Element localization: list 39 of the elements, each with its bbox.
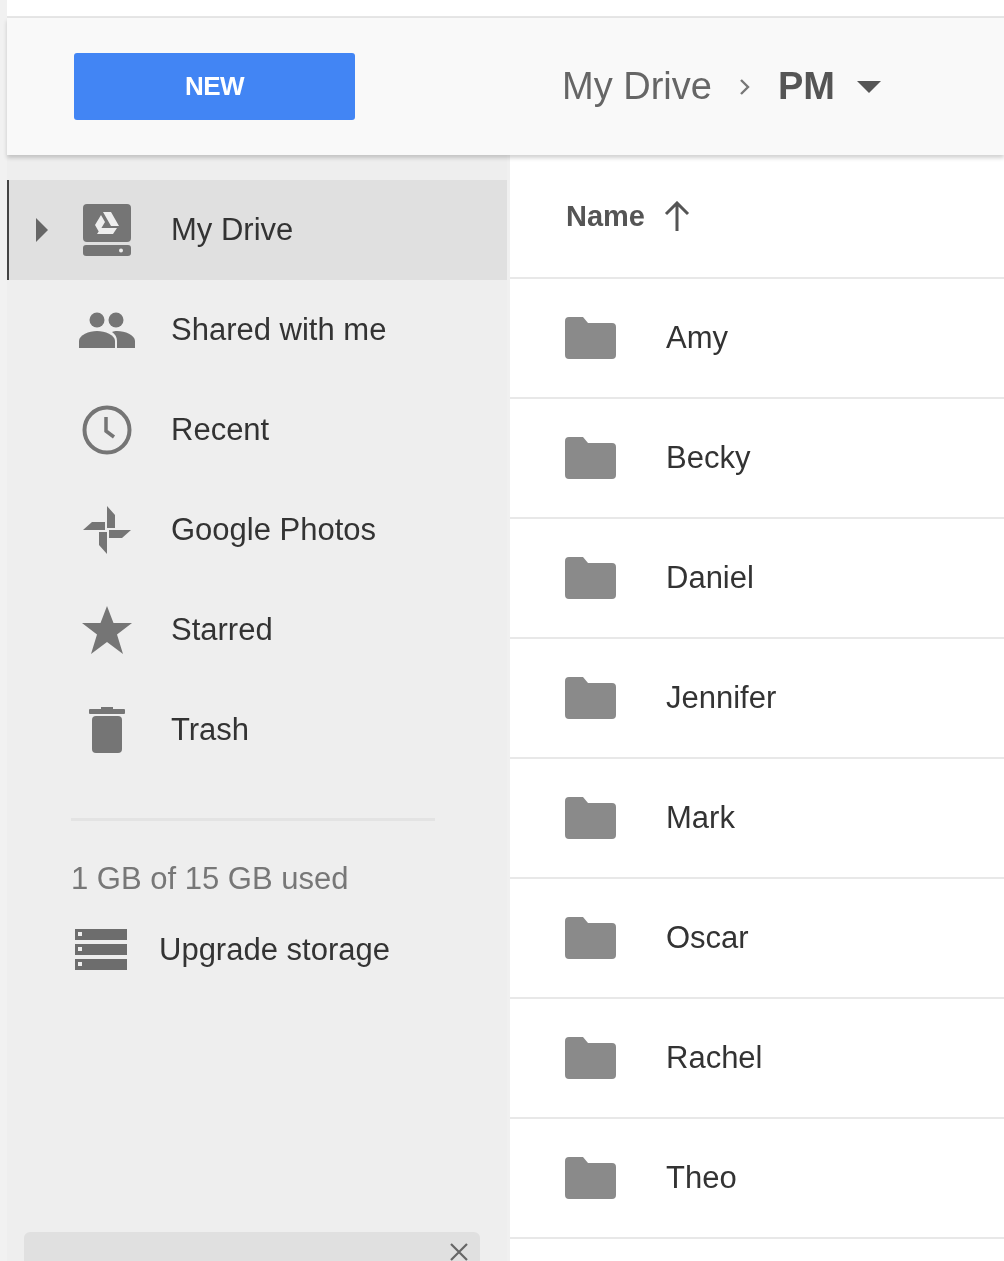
storage-icon (75, 929, 127, 971)
folder-row[interactable]: Oscar (510, 879, 1004, 999)
folder-row[interactable]: Daniel (510, 519, 1004, 639)
sidebar-item[interactable]: Trash (7, 680, 507, 780)
sidebar-item[interactable]: My Drive (7, 180, 507, 280)
folder-icon (565, 437, 616, 479)
folder-row[interactable]: Theo (510, 1119, 1004, 1239)
folder-icon (565, 797, 616, 839)
storage-usage: 1 GB of 15 GB used (71, 861, 350, 897)
folder-icon (565, 917, 616, 959)
folder-row[interactable]: Amy (510, 279, 1004, 399)
folder-icon (565, 317, 616, 359)
sidebar-item[interactable]: Starred (7, 580, 507, 680)
folder-icon (565, 557, 616, 599)
close-icon[interactable] (450, 1243, 468, 1261)
breadcrumb-item[interactable]: PM (777, 65, 835, 108)
breadcrumb-item[interactable]: My Drive (562, 65, 712, 108)
sort-arrow-icon[interactable] (663, 201, 691, 231)
star-icon (81, 606, 132, 654)
chevron-right-icon (737, 76, 752, 97)
folder-row[interactable]: Mark (510, 759, 1004, 879)
folder-row[interactable]: Jennifer (510, 639, 1004, 759)
folder-icon (565, 1037, 616, 1079)
folder-row[interactable]: Becky (510, 399, 1004, 519)
expand-arrow-icon[interactable] (36, 218, 48, 242)
upgrade-storage-link[interactable]: Upgrade storage (75, 929, 507, 971)
drive-icon (82, 204, 131, 256)
name-column-header[interactable]: Name (566, 199, 645, 233)
dropdown-caret-icon[interactable] (856, 80, 881, 93)
folder-row[interactable]: Rachel (510, 999, 1004, 1119)
folder-icon (565, 1157, 616, 1199)
new-button[interactable]: NEW (74, 53, 355, 120)
trash-icon (88, 707, 125, 753)
clock-icon (81, 405, 132, 455)
folder-icon (565, 677, 616, 719)
sidebar-item[interactable]: Recent (7, 380, 507, 480)
sidebar-item[interactable]: Shared with me (7, 280, 507, 380)
sidebar-item[interactable]: Google Photos (7, 480, 507, 580)
people-icon (78, 312, 135, 348)
